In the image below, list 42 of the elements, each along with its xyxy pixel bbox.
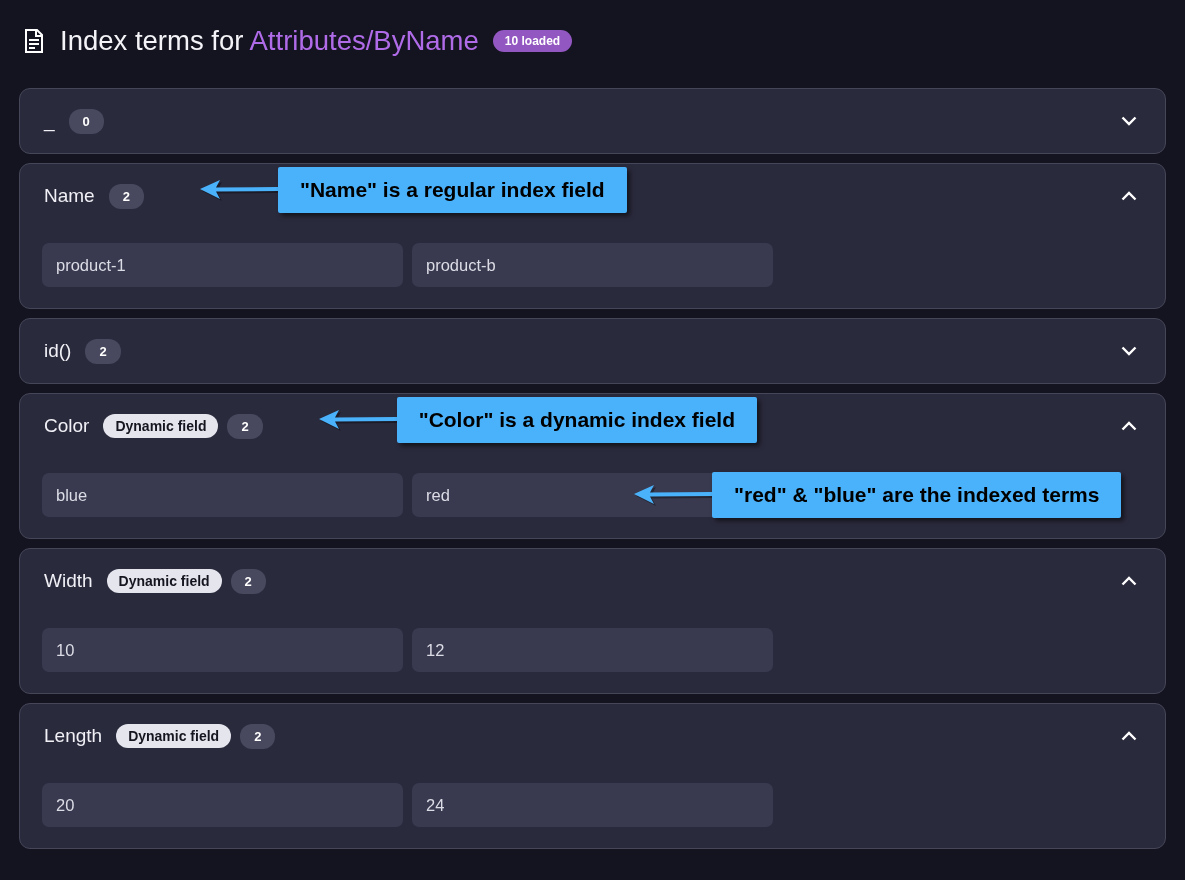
annotation-callout: "Name" is a regular index field — [277, 167, 627, 213]
dynamic-field-tag: Dynamic field — [116, 724, 232, 748]
term-count-badge: 2 — [85, 338, 121, 364]
index-term[interactable]: blue — [56, 485, 88, 505]
annotation-callout: "red" & "blue" are the indexed terms — [712, 472, 1122, 518]
dynamic-field-tag: Dynamic field — [103, 414, 219, 438]
chevron-down-icon[interactable] — [1121, 346, 1137, 356]
index-term[interactable]: 12 — [426, 640, 445, 660]
field-panel-header[interactable]: Color Dynamic field 2 "Color" is a dynamic index field — [42, 394, 1143, 458]
index-term[interactable]: 10 — [56, 640, 75, 660]
index-term[interactable]: red — [426, 485, 450, 505]
field-name: Width — [44, 570, 93, 592]
term-count-badge: 2 — [230, 568, 266, 594]
field-panel-header[interactable]: Width Dynamic field 2 — [42, 549, 1143, 613]
index-term[interactable]: 24 — [426, 795, 445, 815]
term-count-badge: 2 — [240, 723, 276, 749]
chevron-up-icon[interactable] — [1121, 191, 1137, 201]
dynamic-field-tag: Dynamic field — [106, 569, 222, 593]
field-panel-header[interactable]: id() 2 — [42, 319, 1143, 383]
index-term[interactable]: product-b — [426, 255, 496, 275]
chevron-up-icon[interactable] — [1121, 576, 1137, 586]
chevron-down-icon[interactable] — [1121, 116, 1137, 126]
field-name: Color — [44, 415, 90, 437]
term-count-badge: 0 — [68, 108, 104, 134]
field-name: _ — [44, 110, 55, 132]
annotation-callout: "Color" is a dynamic index field — [396, 397, 757, 443]
field-name: Length — [44, 725, 103, 747]
term-count-badge: 2 — [108, 183, 144, 209]
index-term[interactable]: 20 — [56, 795, 75, 815]
chevron-up-icon[interactable] — [1121, 731, 1137, 741]
field-name: id() — [44, 340, 72, 362]
document-icon — [24, 29, 44, 53]
field-panel-header[interactable]: Length Dynamic field 2 — [42, 704, 1143, 768]
field-panel-header[interactable]: Name 2 "Name" is a regular index field — [42, 164, 1143, 228]
page-title: Index terms for Attributes/ByName — [60, 25, 479, 57]
chevron-up-icon[interactable] — [1121, 421, 1137, 431]
loaded-count-badge: 10 loaded — [492, 30, 573, 52]
field-panel-header[interactable]: _ 0 — [42, 89, 1143, 153]
index-term[interactable]: product-1 — [56, 255, 126, 275]
term-count-badge: 2 — [227, 413, 263, 439]
field-name: Name — [44, 185, 95, 207]
index-link[interactable]: Attributes/ByName — [249, 25, 479, 56]
